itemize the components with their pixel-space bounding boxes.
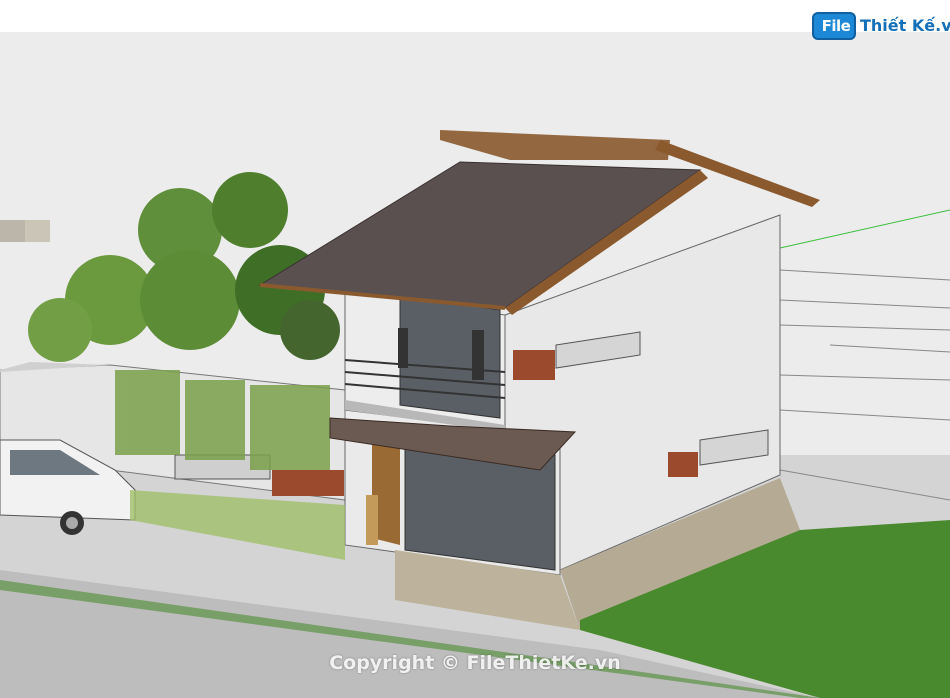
house-render-scene [0,0,950,698]
copyright-watermark: Copyright © FileThietKe.vn [329,652,621,674]
hanging-plants [115,370,330,470]
brand-logo: File Thiết Kế.vn [812,10,950,44]
logo-name: Thiết Kế.vn [860,16,950,35]
logo-badge: File [812,12,856,40]
logo-badge-text: File [821,17,851,35]
top-bar [0,0,950,32]
distant-blocks [0,220,50,242]
